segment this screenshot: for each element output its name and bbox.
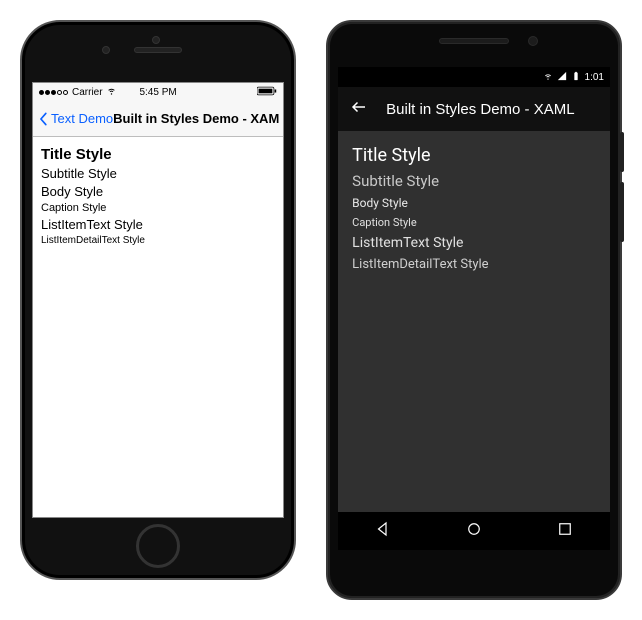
carrier-label: Carrier bbox=[72, 87, 103, 98]
label-listitemtext-style: ListItemText Style bbox=[41, 217, 275, 232]
triangle-back-icon bbox=[374, 520, 392, 538]
android-navigation-bar bbox=[338, 512, 610, 550]
battery-icon bbox=[257, 86, 277, 99]
circle-home-icon bbox=[465, 520, 483, 538]
arrow-left-icon bbox=[350, 98, 368, 116]
back-label: Text Demo bbox=[51, 111, 113, 126]
status-time: 1:01 bbox=[585, 72, 604, 83]
iphone-front-camera bbox=[102, 46, 110, 54]
battery-icon bbox=[571, 71, 581, 84]
iphone-device-frame: Carrier 5:45 PM Text Demo Built in Style… bbox=[20, 20, 296, 580]
ios-status-bar: Carrier 5:45 PM bbox=[33, 83, 283, 101]
nav-back-button[interactable] bbox=[374, 520, 392, 543]
square-recent-icon bbox=[556, 520, 574, 538]
label-subtitle-style: Subtitle Style bbox=[41, 166, 275, 181]
wifi-icon bbox=[106, 85, 117, 99]
iphone-proximity-sensor bbox=[152, 36, 160, 44]
iphone-speaker bbox=[134, 47, 182, 53]
chevron-left-icon bbox=[37, 112, 49, 126]
label-caption-style: Caption Style bbox=[352, 216, 596, 229]
volume-button bbox=[620, 182, 624, 242]
page-title: Built in Styles Demo - XAML bbox=[113, 111, 279, 126]
android-device-frame: 1:01 Built in Styles Demo - XAML Title S… bbox=[326, 20, 622, 600]
wifi-icon bbox=[543, 71, 553, 84]
android-content: Title Style Subtitle Style Body Style Ca… bbox=[338, 131, 610, 288]
power-button bbox=[620, 132, 624, 172]
android-status-bar: 1:01 bbox=[338, 67, 610, 87]
android-front-camera bbox=[528, 36, 538, 46]
android-app-bar: Built in Styles Demo - XAML bbox=[338, 87, 610, 131]
label-title-style: Title Style bbox=[41, 146, 275, 163]
back-button[interactable] bbox=[350, 98, 368, 120]
label-listitemdetailtext-style: ListItemDetailText Style bbox=[41, 235, 275, 246]
label-title-style: Title Style bbox=[352, 145, 596, 166]
nav-home-button[interactable] bbox=[465, 520, 483, 543]
signal-strength-icon bbox=[39, 87, 69, 98]
ios-content: Title Style Subtitle Style Body Style Ca… bbox=[33, 137, 283, 255]
label-caption-style: Caption Style bbox=[41, 202, 275, 214]
label-subtitle-style: Subtitle Style bbox=[352, 172, 596, 190]
ios-navigation-bar: Text Demo Built in Styles Demo - XAML bbox=[33, 101, 283, 137]
nav-recent-button[interactable] bbox=[556, 520, 574, 543]
label-listitemtext-style: ListItemText Style bbox=[352, 235, 596, 251]
android-speaker bbox=[439, 38, 509, 44]
label-body-style: Body Style bbox=[41, 184, 275, 199]
android-screen: 1:01 Built in Styles Demo - XAML Title S… bbox=[338, 67, 610, 550]
back-button[interactable]: Text Demo bbox=[37, 111, 113, 126]
signal-icon bbox=[557, 71, 567, 84]
page-title: Built in Styles Demo - XAML bbox=[386, 101, 574, 118]
ios-screen: Carrier 5:45 PM Text Demo Built in Style… bbox=[32, 82, 284, 518]
home-button[interactable] bbox=[136, 524, 180, 568]
label-listitemdetailtext-style: ListItemDetailText Style bbox=[352, 257, 596, 272]
label-body-style: Body Style bbox=[352, 196, 596, 210]
